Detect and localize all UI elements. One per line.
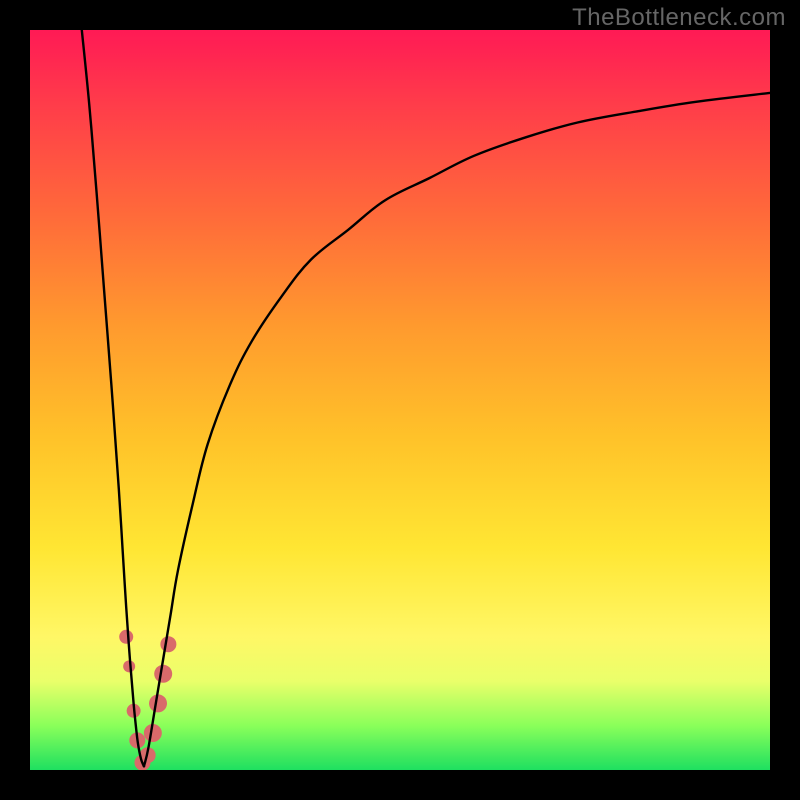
marker-dot	[140, 747, 156, 763]
right-branch-curve	[144, 93, 770, 766]
marker-dot	[154, 665, 172, 683]
chart-frame: TheBottleneck.com	[0, 0, 800, 800]
left-branch-curve	[82, 30, 144, 766]
marker-dot	[149, 694, 167, 712]
marker-dot	[134, 755, 150, 770]
watermark-text: TheBottleneck.com	[572, 4, 786, 32]
plot-area	[30, 30, 770, 770]
marker-dot	[127, 704, 141, 718]
marker-dot	[144, 724, 162, 742]
chart-overlay	[30, 30, 770, 770]
marker-layer	[119, 630, 176, 770]
marker-dot	[129, 732, 145, 748]
marker-dot	[123, 660, 135, 672]
marker-dot	[160, 636, 176, 652]
marker-dot	[119, 630, 133, 644]
